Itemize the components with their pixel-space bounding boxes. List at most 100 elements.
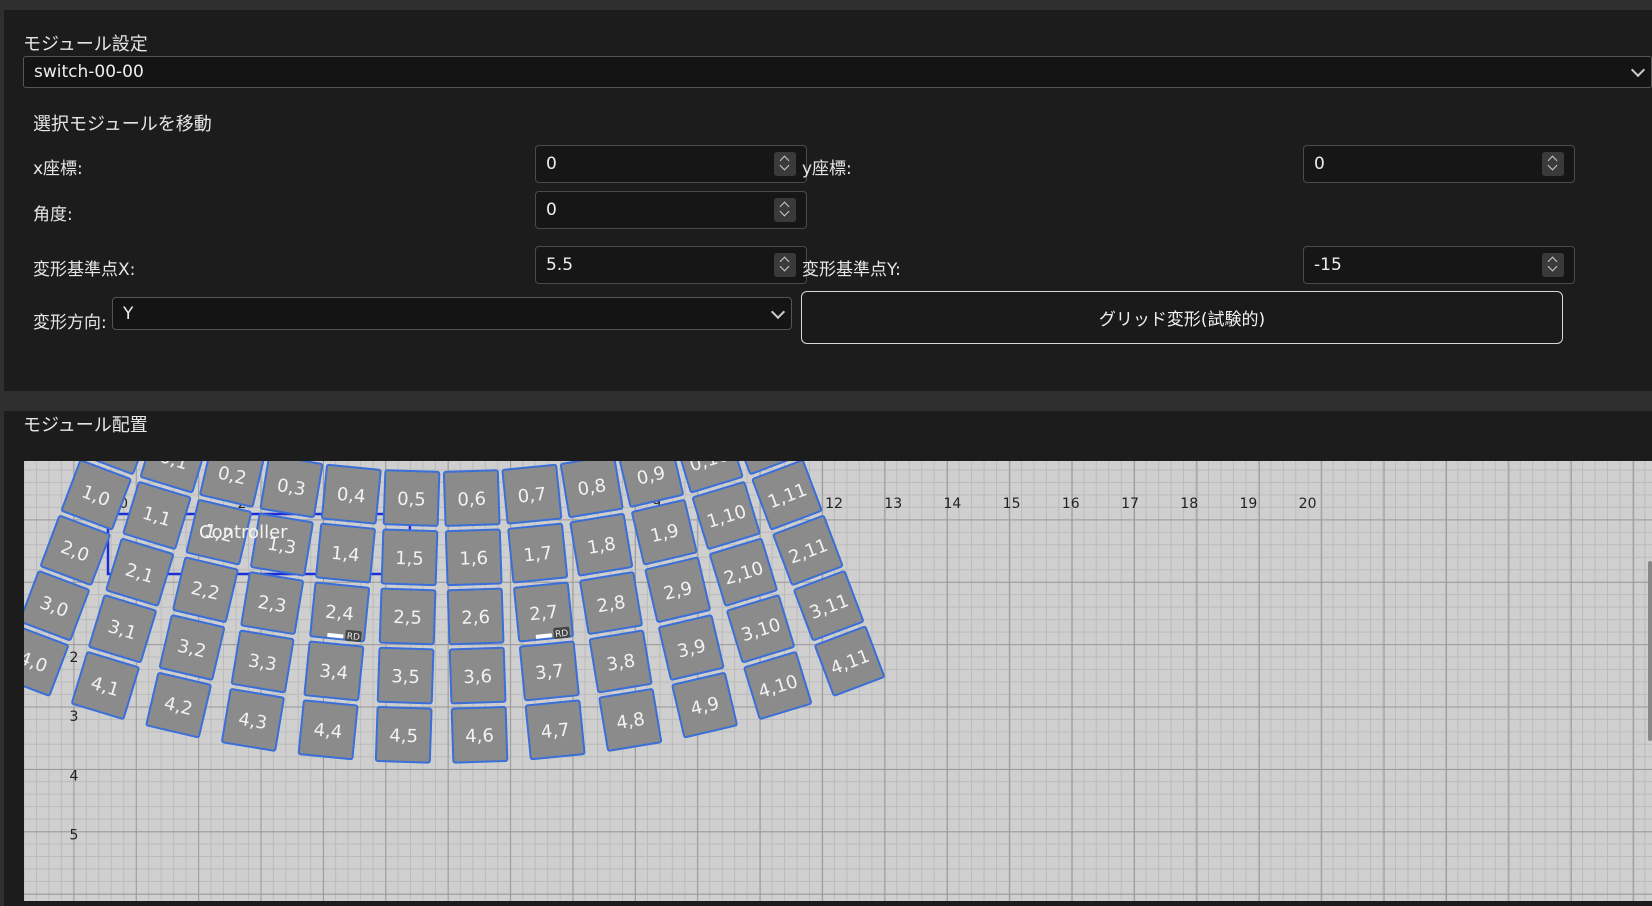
x-axis-label: 12 bbox=[825, 496, 843, 512]
x-axis-label: 20 bbox=[1299, 496, 1317, 512]
direction-label: 変形方向: bbox=[33, 313, 107, 333]
key-module[interactable]: 3,4 bbox=[303, 640, 365, 702]
x-coordinate-input[interactable]: 0 bbox=[535, 145, 807, 183]
key-module[interactable]: 2,9 bbox=[644, 556, 711, 623]
key-module[interactable]: 1,5 bbox=[380, 528, 439, 587]
key-module[interactable]: 1,10 bbox=[692, 481, 761, 550]
key-module[interactable]: 0,2 bbox=[199, 461, 266, 508]
key-module[interactable]: 2,7 RD bbox=[513, 581, 574, 643]
key-label: 1,5 bbox=[395, 548, 424, 570]
direction-select[interactable]: Y bbox=[112, 297, 792, 330]
module-layout-title: モジュール配置 bbox=[23, 415, 148, 436]
key-module[interactable]: 0,4 bbox=[320, 463, 382, 525]
angle-input[interactable]: 0 bbox=[535, 191, 807, 229]
module-select-value: switch-00-00 bbox=[34, 62, 144, 82]
key-module[interactable]: 3,1 bbox=[88, 594, 157, 663]
key-module[interactable]: 3,9 bbox=[658, 614, 725, 681]
module-settings-title: モジュール設定 bbox=[23, 34, 148, 55]
key-module[interactable]: 3,3 bbox=[230, 629, 295, 694]
y-axis-label: 5 bbox=[70, 828, 79, 844]
x-axis-label: 19 bbox=[1239, 496, 1257, 512]
key-module[interactable]: 0,9 bbox=[617, 461, 684, 508]
layout-svg: 012345678910111213141516171819200123450,… bbox=[24, 461, 1317, 844]
key-module[interactable]: 4,5 bbox=[374, 705, 433, 764]
key-label: 3,6 bbox=[463, 666, 492, 688]
key-module[interactable]: 0,7 bbox=[501, 463, 563, 525]
spinner-icon[interactable] bbox=[774, 253, 796, 277]
y-coordinate-value: 0 bbox=[1314, 154, 1325, 174]
key-label: 2,7 bbox=[528, 602, 559, 626]
key-label: 2,6 bbox=[461, 607, 490, 629]
controller-label: Controller bbox=[199, 522, 288, 543]
key-module[interactable]: 3,6 bbox=[448, 646, 507, 705]
key-module[interactable]: 0,3 bbox=[259, 461, 324, 519]
y-axis-label: 2 bbox=[70, 650, 79, 666]
chevron-down-icon bbox=[1630, 62, 1646, 78]
key-module[interactable]: 4,2 bbox=[145, 672, 212, 739]
key-module[interactable]: 2,2 bbox=[172, 556, 239, 623]
x-coordinate-label: x座標: bbox=[33, 159, 83, 179]
spinner-icon[interactable] bbox=[1542, 253, 1564, 277]
key-label: 0,4 bbox=[336, 484, 367, 508]
x-coordinate-value: 0 bbox=[546, 154, 557, 174]
key-module[interactable]: 4,6 bbox=[450, 705, 509, 764]
key-module[interactable]: 1,7 bbox=[507, 522, 569, 584]
key-module[interactable]: 2,1 bbox=[105, 538, 174, 607]
key-module[interactable]: 4,9 bbox=[671, 672, 738, 739]
spinner-icon[interactable] bbox=[774, 152, 796, 176]
key-module[interactable]: 1,6 bbox=[444, 528, 503, 587]
key-module[interactable]: 4,1 bbox=[71, 651, 140, 720]
key-label: 3,4 bbox=[318, 661, 349, 685]
key-module[interactable]: 3,5 bbox=[376, 646, 435, 705]
pivot-y-label: 変形基準点Y: bbox=[802, 260, 901, 280]
pivot-x-input[interactable]: 5.5 bbox=[535, 246, 807, 284]
key-module[interactable]: 3,8 bbox=[588, 629, 653, 694]
key-module[interactable]: 2,6 bbox=[446, 587, 505, 646]
layout-canvas[interactable]: 012345678910111213141516171819200123450,… bbox=[24, 461, 1652, 901]
key-module[interactable]: 2,3 bbox=[240, 571, 304, 635]
key-module[interactable]: 3,2 bbox=[158, 614, 226, 681]
key-label: 2,4 bbox=[324, 602, 355, 626]
spinner-icon[interactable] bbox=[774, 198, 796, 222]
key-module[interactable]: 4,8 bbox=[598, 688, 663, 752]
key-module[interactable]: 1,1 bbox=[122, 481, 192, 550]
key-module[interactable]: 2,4 RD bbox=[309, 581, 371, 643]
chevron-down-icon bbox=[770, 304, 786, 319]
spinner-icon[interactable] bbox=[1542, 152, 1564, 176]
key-module[interactable]: 1,9 bbox=[631, 499, 698, 566]
pivot-y-input[interactable]: -15 bbox=[1303, 246, 1575, 284]
key-label: 0,7 bbox=[517, 484, 548, 508]
key-module[interactable]: 2,5 bbox=[378, 587, 437, 646]
key-label: 4,5 bbox=[389, 725, 418, 747]
key-module[interactable]: 3,10 bbox=[726, 594, 795, 663]
y-coordinate-input[interactable]: 0 bbox=[1303, 145, 1575, 183]
key-label: 0,6 bbox=[457, 489, 486, 511]
grid-transform-button[interactable]: グリッド変形(試験的) bbox=[801, 291, 1563, 344]
module-settings-panel: モジュール設定 switch-00-00 選択モジュールを移動 x座標: 0 y… bbox=[4, 10, 1652, 391]
module-select[interactable]: switch-00-00 bbox=[23, 56, 1652, 88]
key-module[interactable]: 4,3 bbox=[221, 688, 285, 752]
key-module[interactable]: 2,10 bbox=[709, 538, 778, 607]
x-axis-label: 17 bbox=[1121, 496, 1139, 512]
key-module[interactable]: 1,8 bbox=[569, 512, 634, 577]
key-module[interactable]: 0,6 bbox=[442, 469, 501, 527]
key-label: 1,6 bbox=[459, 548, 488, 570]
canvas-scrollbar[interactable] bbox=[1648, 561, 1652, 741]
key-module[interactable]: 1,4 bbox=[315, 522, 376, 584]
key-module[interactable]: 4,7 bbox=[524, 699, 586, 761]
pivot-x-label: 変形基準点X: bbox=[33, 260, 136, 280]
key-label: 4,4 bbox=[313, 719, 344, 743]
key-module[interactable]: 4,4 bbox=[297, 699, 359, 761]
move-section-title: 選択モジュールを移動 bbox=[33, 114, 212, 135]
key-module[interactable]: 0,5 bbox=[382, 469, 441, 527]
y-axis-label: 3 bbox=[70, 709, 79, 725]
x-axis-label: 15 bbox=[1003, 496, 1021, 512]
key-module[interactable]: 4,10 bbox=[743, 651, 812, 720]
rd-badge-label: RD bbox=[346, 632, 360, 643]
key-module[interactable]: 3,7 bbox=[518, 640, 580, 702]
x-axis-label: 16 bbox=[1062, 496, 1080, 512]
key-module[interactable]: 0,8 bbox=[559, 461, 624, 519]
y-axis-label: 4 bbox=[70, 768, 79, 784]
pivot-y-value: -15 bbox=[1314, 255, 1342, 275]
key-module[interactable]: 2,8 bbox=[579, 571, 643, 635]
